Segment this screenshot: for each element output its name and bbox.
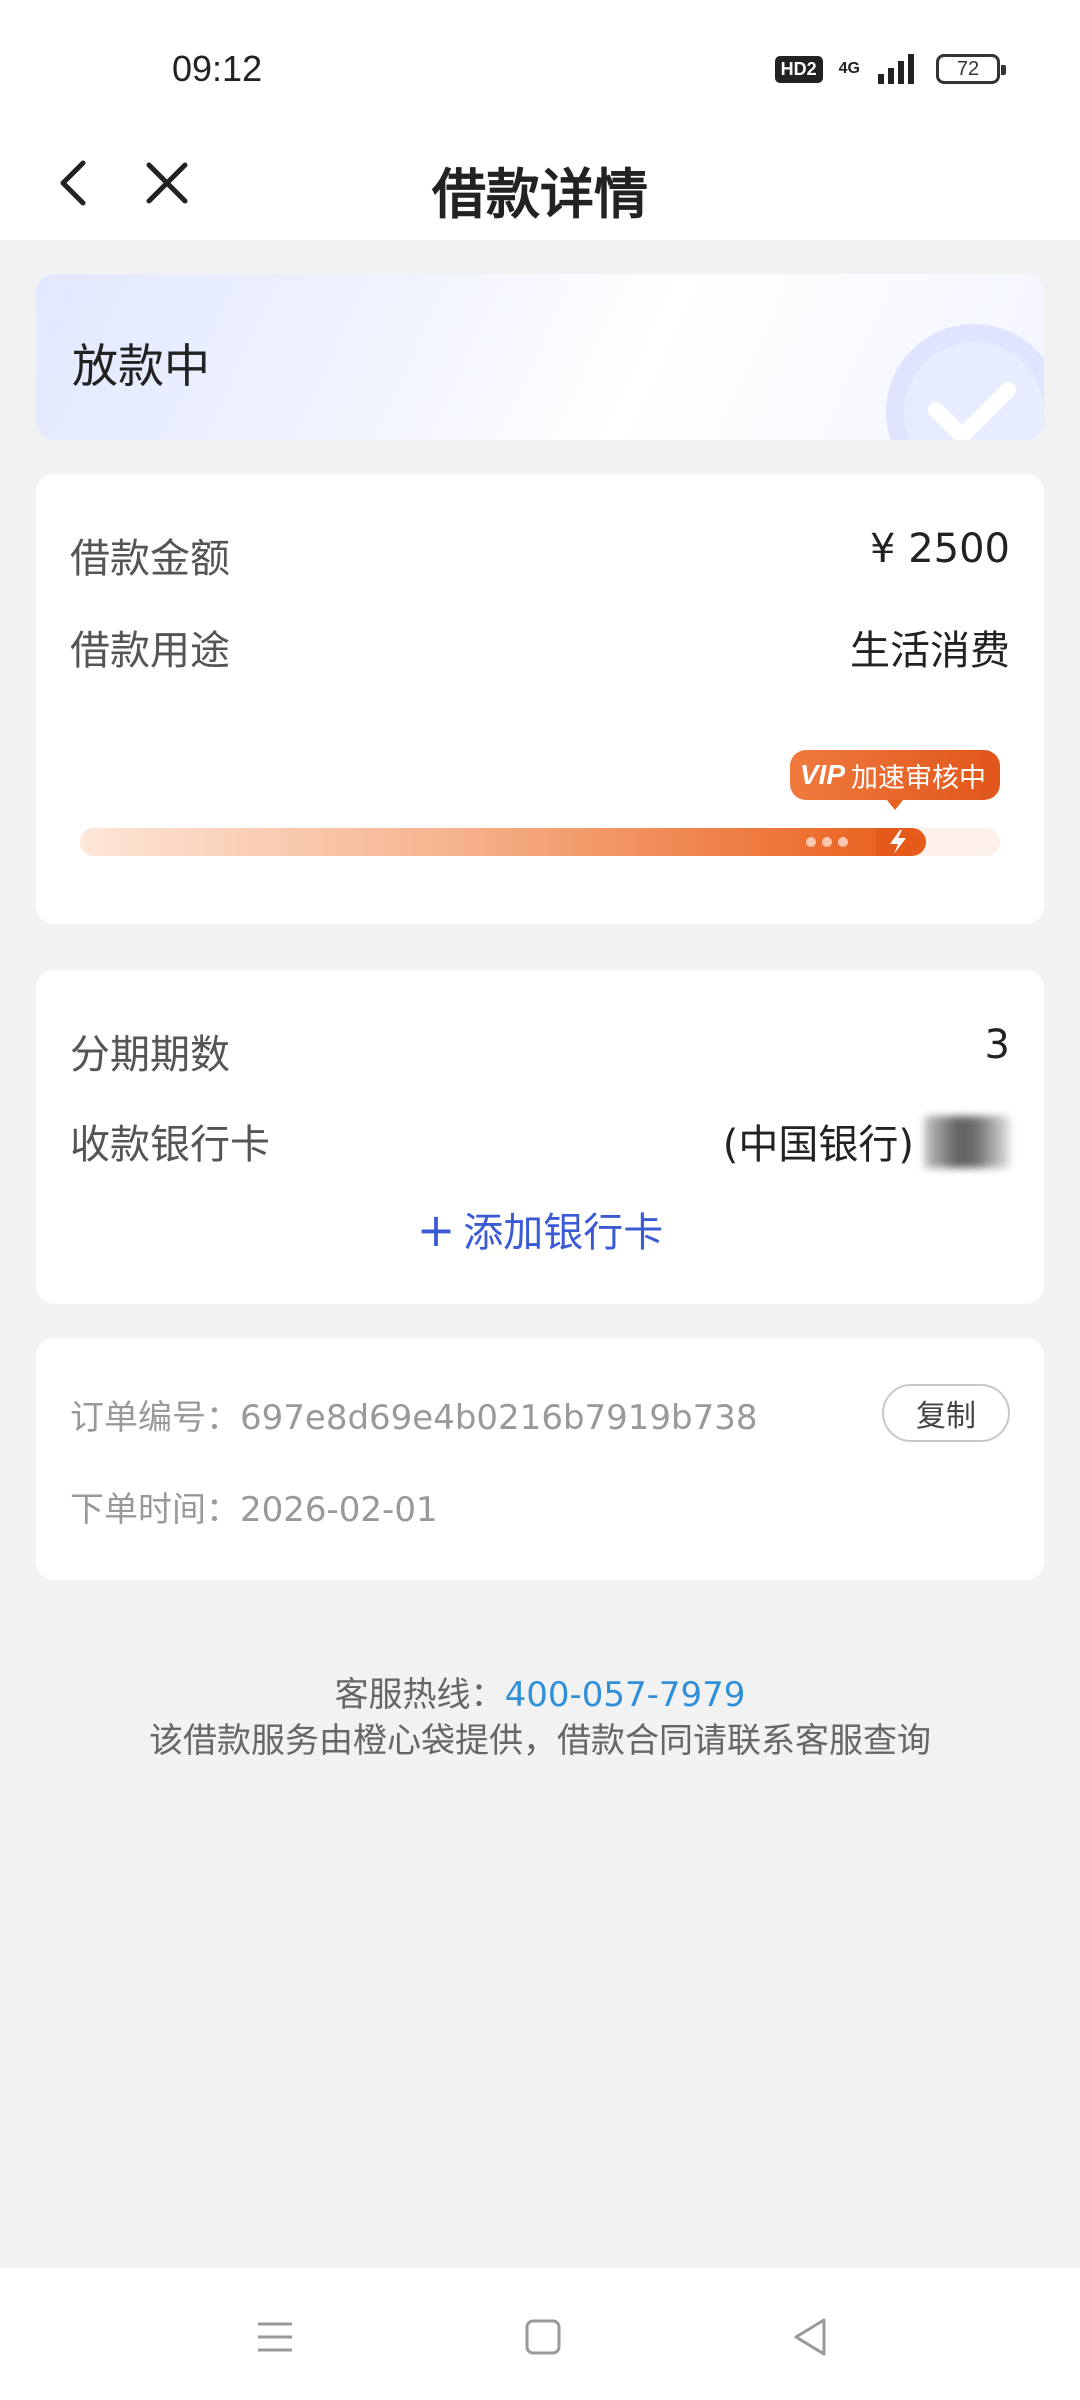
installment-periods-value: 3 bbox=[984, 1022, 1010, 1068]
order-info-card: 订单编号：697e8d69e4b0216b7919b738 复制 下单时间：20… bbox=[36, 1338, 1044, 1580]
vip-tag: VIP bbox=[799, 759, 845, 790]
order-time-label: 下单时间： bbox=[70, 1490, 240, 1530]
loan-purpose-row: 借款用途 生活消费 bbox=[70, 618, 1010, 678]
check-icon bbox=[886, 324, 1044, 440]
review-progress-bar bbox=[80, 828, 1000, 856]
network-label: 4G bbox=[838, 60, 860, 77]
order-time-value: 2026-02-01 bbox=[240, 1490, 438, 1530]
hotline-number-link[interactable]: 400-057-7979 bbox=[505, 1675, 746, 1715]
page-title: 借款详情 bbox=[432, 163, 648, 226]
menu-icon[interactable] bbox=[250, 2312, 300, 2362]
status-time: 09:12 bbox=[172, 48, 263, 89]
loan-amount-row: 借款金额 ¥ 2500 bbox=[70, 526, 1010, 586]
loan-purpose-label: 借款用途 bbox=[70, 628, 230, 674]
bank-card-label: 收款银行卡 bbox=[70, 1122, 270, 1168]
installment-periods-row: 分期期数 3 bbox=[70, 1022, 1010, 1082]
vip-status-text: 加速审核中 bbox=[851, 762, 986, 794]
system-nav-bar bbox=[0, 2268, 1080, 2400]
review-progress-fill bbox=[80, 828, 926, 856]
loan-amount-label: 借款金额 bbox=[70, 536, 230, 582]
battery-level: 72 bbox=[956, 57, 980, 80]
order-number-label: 订单编号： bbox=[70, 1398, 240, 1438]
hd-badge: HD2 bbox=[774, 55, 823, 83]
lightning-icon bbox=[876, 828, 924, 856]
footer: 客服热线：400-057-7979 该借款服务由橙心袋提供，借款合同请联系客服查… bbox=[0, 1672, 1080, 1764]
status-bar: 09:12 HD2 4G 72 bbox=[0, 0, 1080, 130]
signal-icon bbox=[878, 54, 914, 84]
hotline-label: 客服热线： bbox=[334, 1675, 505, 1715]
home-icon[interactable] bbox=[518, 2312, 568, 2362]
hotline-line: 客服热线：400-057-7979 bbox=[0, 1672, 1080, 1718]
loan-amount-value: ¥ 2500 bbox=[870, 526, 1010, 572]
installment-card: 分期期数 3 收款银行卡 (中国银行) + 添加银行卡 bbox=[36, 970, 1044, 1304]
progress-dots bbox=[806, 837, 848, 847]
vip-review-badge: VIP 加速审核中 bbox=[789, 750, 1000, 810]
order-time-line: 下单时间：2026-02-01 bbox=[70, 1482, 438, 1531]
loan-status-card: 放款中 bbox=[36, 274, 1044, 440]
bank-card-number-mask bbox=[924, 1116, 1010, 1168]
installment-periods-label: 分期期数 bbox=[70, 1032, 230, 1078]
order-number-line: 订单编号：697e8d69e4b0216b7919b738 bbox=[70, 1390, 758, 1439]
order-number-value: 697e8d69e4b0216b7919b738 bbox=[240, 1398, 758, 1438]
bank-card-row[interactable]: 收款银行卡 (中国银行) bbox=[70, 1112, 1010, 1172]
copy-button[interactable]: 复制 bbox=[882, 1384, 1010, 1442]
back-triangle-icon[interactable] bbox=[786, 2312, 836, 2362]
loan-info-card: 借款金额 ¥ 2500 借款用途 生活消费 VIP 加速审核中 bbox=[36, 474, 1044, 924]
add-bank-card-label: 添加银行卡 bbox=[463, 1210, 664, 1256]
battery-indicator: 72 bbox=[936, 54, 1006, 84]
loan-purpose-value: 生活消费 bbox=[850, 628, 1010, 674]
plus-icon: + bbox=[416, 1203, 456, 1257]
nav-bar: 借款详情 bbox=[0, 130, 1080, 240]
service-disclaimer: 该借款服务由橙心袋提供，借款合同请联系客服查询 bbox=[149, 1721, 931, 1761]
add-bank-card-button[interactable]: + 添加银行卡 bbox=[36, 1200, 1044, 1258]
loan-status-text: 放款中 bbox=[72, 339, 210, 393]
bank-card-value: (中国银行) bbox=[722, 1122, 914, 1168]
status-indicators: HD2 4G 72 bbox=[774, 52, 1006, 86]
